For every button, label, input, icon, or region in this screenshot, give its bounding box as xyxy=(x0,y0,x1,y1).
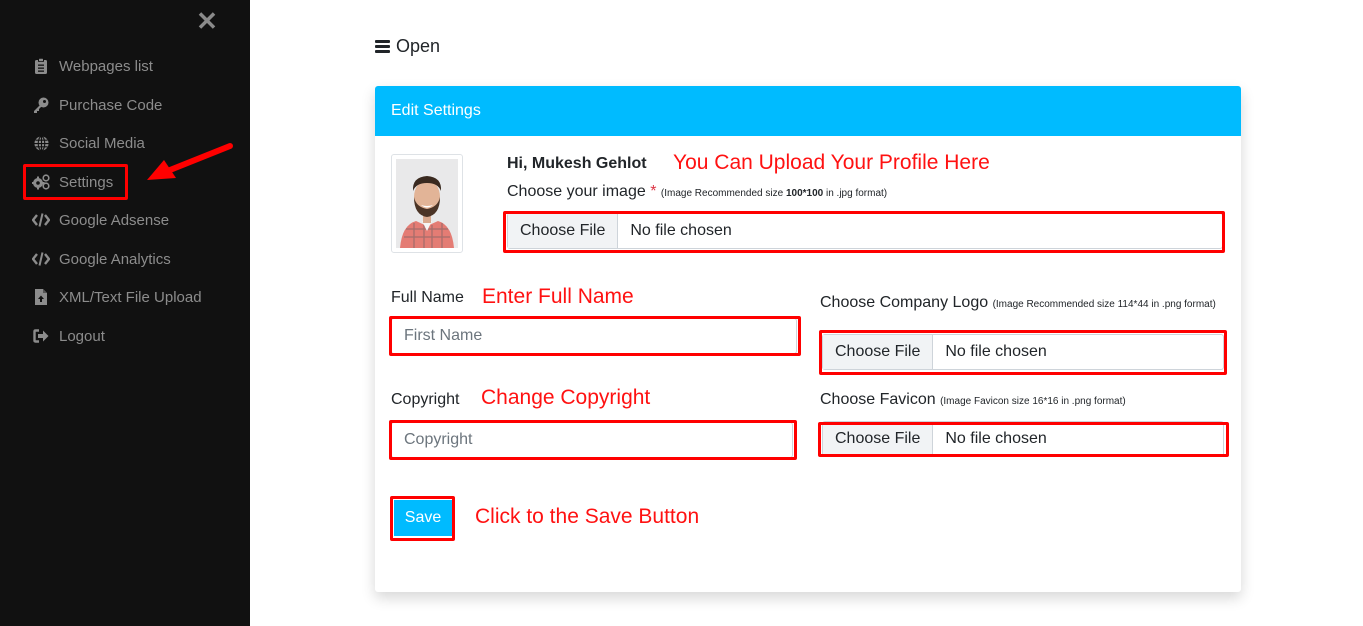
profile-photo xyxy=(396,159,458,248)
profile-image-hint-format: in .jpg format) xyxy=(823,188,888,199)
full-name-label: Full Name xyxy=(391,289,464,306)
sign-out-icon xyxy=(32,327,50,345)
sidebar-item-settings[interactable]: Settings xyxy=(32,170,113,194)
globe-icon xyxy=(32,134,50,152)
sidebar-item-google-adsense[interactable]: Google Adsense xyxy=(32,208,169,232)
choose-file-button[interactable]: Choose File xyxy=(823,422,934,456)
close-sidebar-button[interactable]: ✕ xyxy=(196,8,218,34)
sidebar-item-google-analytics[interactable]: Google Analytics xyxy=(32,247,171,271)
profile-image-hint-size: 100*100 xyxy=(785,188,824,199)
file-status: No file chosen xyxy=(945,430,1047,447)
favicon-file-input[interactable]: Choose File No file chosen xyxy=(822,421,1224,457)
open-sidebar-button[interactable]: Open xyxy=(375,36,440,57)
company-logo-label-text: Choose Company Logo xyxy=(820,294,989,311)
required-mark: * xyxy=(650,183,657,200)
favicon-label: Choose Favicon (Image Favicon size 16*16… xyxy=(820,391,1126,409)
choose-file-button[interactable]: Choose File xyxy=(823,335,934,369)
user-greeting: Hi, Mukesh Gehlot xyxy=(507,155,647,172)
file-upload-icon xyxy=(32,288,50,306)
sidebar-item-purchase-code[interactable]: Purchase Code xyxy=(32,93,162,117)
sidebar: ✕ Webpages list Purchase Code Social Med… xyxy=(0,0,250,626)
profile-avatar xyxy=(391,154,463,253)
sidebar-item-label: Purchase Code xyxy=(59,96,163,114)
sidebar-item-label: Google Adsense xyxy=(59,211,170,229)
company-logo-hint: (Image Recommended size 114*44 in .png f… xyxy=(992,299,1216,310)
sidebar-item-social-media[interactable]: Social Media xyxy=(32,131,145,155)
edit-settings-card: Edit Settings Hi, Mukesh Gehlot You Can … xyxy=(375,86,1241,592)
copyright-label: Copyright xyxy=(391,391,460,408)
full-name-input[interactable] xyxy=(391,318,797,354)
sidebar-item-label: XML/Text File Upload xyxy=(59,288,202,306)
save-button[interactable]: Save xyxy=(394,500,452,536)
code-icon xyxy=(32,250,50,268)
annotation-arrow-icon xyxy=(147,143,233,180)
sidebar-item-xml-text-file-upload[interactable]: XML/Text File Upload xyxy=(32,285,202,309)
clipboard-icon xyxy=(32,57,50,75)
profile-image-hint: (Image Recommended size xyxy=(660,188,786,199)
sidebar-item-label: Logout xyxy=(59,327,105,345)
choose-file-button[interactable]: Choose File xyxy=(508,214,619,248)
open-label: Open xyxy=(396,36,441,56)
sidebar-item-label: Social Media xyxy=(59,134,145,152)
key-icon xyxy=(32,96,50,114)
company-logo-label: Choose Company Logo (Image Recommended s… xyxy=(820,289,1220,319)
favicon-hint: (Image Favicon size 16*16 in .png format… xyxy=(940,396,1126,407)
annotation-full-name: Enter Full Name xyxy=(482,285,634,308)
copyright-input[interactable] xyxy=(391,422,793,458)
sidebar-item-webpages-list[interactable]: Webpages list xyxy=(32,54,153,78)
sidebar-item-label: Webpages list xyxy=(59,57,153,75)
profile-image-label: Choose your image * (Image Recommended s… xyxy=(507,183,887,201)
annotation-profile: You Can Upload Your Profile Here xyxy=(673,151,990,174)
favicon-label-text: Choose Favicon xyxy=(820,391,936,408)
file-status: No file chosen xyxy=(630,222,732,239)
card-title: Edit Settings xyxy=(375,86,1241,136)
hamburger-icon xyxy=(375,40,390,53)
profile-image-file-input[interactable]: Choose File No file chosen xyxy=(507,213,1223,249)
sidebar-item-logout[interactable]: Logout xyxy=(32,324,105,348)
file-status: No file chosen xyxy=(945,343,1047,360)
profile-image-label-text: Choose your image xyxy=(507,183,646,200)
close-icon: ✕ xyxy=(196,6,218,36)
code-icon xyxy=(32,211,50,229)
annotation-copyright: Change Copyright xyxy=(481,386,651,409)
sidebar-item-label: Google Analytics xyxy=(59,250,171,268)
gears-icon xyxy=(32,173,50,191)
sidebar-item-label: Settings xyxy=(59,173,114,191)
company-logo-file-input[interactable]: Choose File No file chosen xyxy=(822,334,1224,370)
annotation-save: Click to the Save Button xyxy=(475,505,700,528)
